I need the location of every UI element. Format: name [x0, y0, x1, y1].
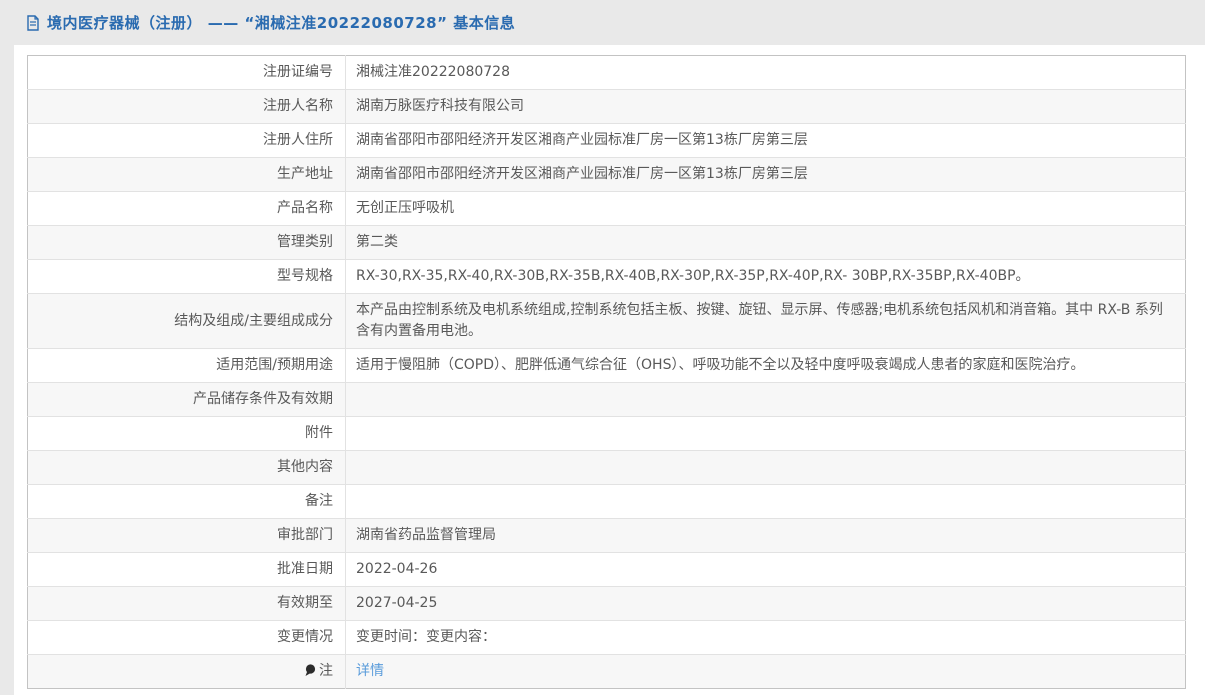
row-value: 无创正压呼吸机: [345, 191, 1186, 226]
row-label: 附件: [27, 416, 346, 451]
row-value: 湖南万脉医疗科技有限公司: [345, 89, 1186, 124]
table-row: 管理类别 第二类: [27, 225, 1186, 260]
table-row: 结构及组成/主要组成成分 本产品由控制系统及电机系统组成,控制系统包括主板、按键、…: [27, 293, 1186, 349]
row-value: 湘械注准20222080728: [346, 56, 1186, 90]
row-value: [345, 416, 1186, 451]
page-title: 境内医疗器械（注册） —— “湘械注准20222080728” 基本信息: [47, 14, 516, 32]
row-label-text: 注: [319, 663, 333, 679]
row-value: 详情: [345, 654, 1186, 689]
row-value-text: 2022-04-26: [356, 561, 438, 577]
table-row: 生产地址 湖南省邵阳市邵阳经济开发区湘商产业园标准厂房一区第13栋厂房第三层: [27, 157, 1186, 192]
row-value-text: 变更时间：变更内容：: [356, 629, 496, 645]
detail-link[interactable]: 详情: [356, 663, 384, 679]
row-label-text: 注册人住所: [263, 132, 333, 148]
row-label: 结构及组成/主要组成成分: [27, 293, 346, 349]
row-value: RX-30,RX-35,RX-40,RX-30B,RX-35B,RX-40B,R…: [345, 259, 1186, 294]
table-row: 产品名称 无创正压呼吸机: [27, 191, 1186, 226]
row-label: 生产地址: [27, 157, 346, 192]
row-label: 产品名称: [27, 191, 346, 226]
row-label-text: 生产地址: [277, 166, 333, 182]
row-label: 批准日期: [27, 552, 346, 587]
row-label: 注册人名称: [27, 89, 346, 124]
row-label: 有效期至: [27, 586, 346, 621]
row-value: 2022-04-26: [345, 552, 1186, 587]
row-value: [345, 382, 1186, 417]
row-value: 变更时间：变更内容：: [345, 620, 1186, 655]
row-label: 适用范围/预期用途: [27, 348, 346, 383]
content-panel: 注册证编号 湘械注准20222080728 注册人名称 湖南万脉医疗科技有限公司 注册人…: [14, 45, 1205, 695]
document-icon: [26, 15, 40, 31]
row-label-text: 备注: [305, 493, 333, 509]
row-value: [345, 484, 1186, 519]
table-row: 注册人住所 湖南省邵阳市邵阳经济开发区湘商产业园标准厂房一区第13栋厂房第三层: [27, 123, 1186, 158]
row-value-text: 湖南省邵阳市邵阳经济开发区湘商产业园标准厂房一区第13栋厂房第三层: [356, 132, 808, 148]
row-label-text: 适用范围/预期用途: [216, 357, 333, 373]
table-row: 审批部门 湖南省药品监督管理局: [27, 518, 1186, 553]
row-value-text: 2027-04-25: [356, 595, 438, 611]
table-row: 产品储存条件及有效期: [27, 382, 1186, 417]
row-value-text: 无创正压呼吸机: [356, 200, 454, 216]
table-row: 适用范围/预期用途 适用于慢阻肺（COPD）、肥胖低通气综合征（OHS）、呼吸功能…: [27, 348, 1186, 383]
row-label-text: 注册证编号: [263, 64, 333, 80]
row-label-text: 其他内容: [277, 459, 333, 475]
row-label-text: 批准日期: [277, 561, 333, 577]
row-value-text: 第二类: [356, 234, 398, 250]
row-label-text: 附件: [305, 425, 333, 441]
row-value-text: 湖南省邵阳市邵阳经济开发区湘商产业园标准厂房一区第13栋厂房第三层: [356, 166, 808, 182]
row-value-text: 适用于慢阻肺（COPD）、肥胖低通气综合征（OHS）、呼吸功能不全以及轻中度呼吸…: [356, 357, 1085, 373]
row-label-text: 注册人名称: [263, 98, 333, 114]
table-row: 批准日期 2022-04-26: [27, 552, 1186, 587]
row-value-text: 湘械注准20222080728: [356, 64, 510, 80]
table-row: 注 详情: [27, 654, 1186, 689]
row-label: 注: [27, 654, 346, 689]
table-row: 备注: [27, 484, 1186, 519]
row-label: 其他内容: [27, 450, 346, 485]
table-row: 有效期至 2027-04-25: [27, 586, 1186, 621]
row-label-text: 审批部门: [277, 527, 333, 543]
table-row: 其他内容: [27, 450, 1186, 485]
speech-balloon-icon: [304, 664, 316, 677]
row-label-text: 有效期至: [277, 595, 333, 611]
page-background: 境内医疗器械（注册） —— “湘械注准20222080728” 基本信息 注册证…: [0, 0, 1205, 695]
row-value: 本产品由控制系统及电机系统组成,控制系统包括主板、按键、旋钮、显示屏、传感器;电…: [345, 293, 1186, 349]
row-label: 管理类别: [27, 225, 346, 260]
row-value-text: 湖南省药品监督管理局: [356, 527, 496, 543]
row-label-text: 结构及组成/主要组成成分: [174, 312, 333, 329]
row-label-text: 管理类别: [277, 234, 333, 250]
table-row: 变更情况 变更时间：变更内容：: [27, 620, 1186, 655]
table-row: 型号规格 RX-30,RX-35,RX-40,RX-30B,RX-35B,RX-4…: [27, 259, 1186, 294]
table-row: 注册证编号 湘械注准20222080728: [27, 55, 1186, 90]
row-label: 注册证编号: [27, 55, 346, 90]
registration-info-table: 注册证编号 湘械注准20222080728 注册人名称 湖南万脉医疗科技有限公司 注册人…: [27, 55, 1186, 689]
row-label-text: 产品名称: [277, 200, 333, 216]
row-label: 变更情况: [27, 620, 346, 655]
row-label: 审批部门: [27, 518, 346, 553]
row-value: 2027-04-25: [345, 586, 1186, 621]
table-row: 附件: [27, 416, 1186, 451]
page-header: 境内医疗器械（注册） —— “湘械注准20222080728” 基本信息: [0, 0, 1205, 45]
row-label-text: 型号规格: [277, 268, 333, 284]
table-row: 注册人名称 湖南万脉医疗科技有限公司: [27, 89, 1186, 124]
row-value: [345, 450, 1186, 485]
row-label: 型号规格: [27, 259, 346, 294]
row-value-text: RX-30,RX-35,RX-40,RX-30B,RX-35B,RX-40B,R…: [356, 268, 1030, 284]
row-value-text: 湖南万脉医疗科技有限公司: [356, 98, 524, 114]
row-value: 湖南省邵阳市邵阳经济开发区湘商产业园标准厂房一区第13栋厂房第三层: [345, 157, 1186, 192]
row-label-text: 产品储存条件及有效期: [193, 391, 333, 407]
row-value: 第二类: [345, 225, 1186, 260]
row-label-text: 变更情况: [277, 629, 333, 645]
row-label: 产品储存条件及有效期: [27, 382, 346, 417]
row-value-text: 本产品由控制系统及电机系统组成,控制系统包括主板、按键、旋钮、显示屏、传感器;电…: [356, 302, 1163, 339]
row-label: 注册人住所: [27, 123, 346, 158]
row-label: 备注: [27, 484, 346, 519]
row-value: 适用于慢阻肺（COPD）、肥胖低通气综合征（OHS）、呼吸功能不全以及轻中度呼吸…: [345, 348, 1186, 383]
row-value: 湖南省邵阳市邵阳经济开发区湘商产业园标准厂房一区第13栋厂房第三层: [345, 123, 1186, 158]
row-value: 湖南省药品监督管理局: [345, 518, 1186, 553]
